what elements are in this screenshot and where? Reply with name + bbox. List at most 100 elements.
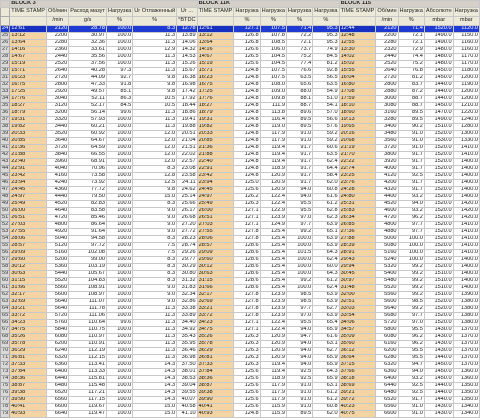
value-cell[interactable]: 89.5 [285, 410, 314, 418]
value-cell[interactable]: 18.86 [176, 109, 198, 117]
timestamp-cell[interactable]: 32:69 [196, 298, 235, 306]
value-cell[interactable]: 100.0 [105, 158, 134, 166]
value-cell[interactable]: 100.0 [105, 25, 134, 33]
value-cell[interactable]: 117.9 [259, 382, 287, 390]
value-cell[interactable]: 62.7 [312, 305, 340, 313]
value-cell[interactable]: 4800 [375, 221, 399, 229]
value-cell[interactable]: 128.6 [233, 270, 261, 278]
table-row[interactable]: 69 35:78 6200 110.91 100.0 11.3 35.95 35:78 126.… [0, 340, 480, 348]
table-row[interactable]: 79 40:93 6640 119.47 100.0 15.0 41.10 40:93 124.… [0, 410, 480, 418]
row-number[interactable]: 53 [0, 228, 11, 236]
value-cell[interactable]: 3280 [375, 116, 399, 124]
value-cell[interactable]: 65.9 [312, 375, 340, 383]
value-cell[interactable]: 110.91 [68, 340, 107, 348]
value-cell[interactable]: 127.8 [233, 235, 261, 243]
timestamp-cell[interactable]: 28:57 [196, 242, 235, 250]
value-cell[interactable]: 1520.0 [423, 305, 454, 313]
value-cell[interactable]: 11.3 [132, 333, 178, 341]
value-cell[interactable]: 12.9 [132, 46, 178, 54]
value-cell[interactable]: 88.7 [397, 102, 425, 110]
value-cell[interactable]: 110.75 [68, 326, 107, 334]
timestamp-cell[interactable]: 30:12 [9, 263, 48, 271]
table-row[interactable]: 73 37:84 6400 113.33 100.0 14.3 38.01 37:84 125.… [0, 368, 480, 376]
value-cell[interactable]: 64.59 [68, 144, 107, 152]
value-cell[interactable]: 77.4 [285, 60, 314, 68]
value-cell[interactable]: 1400.0 [452, 256, 480, 264]
value-cell[interactable]: 4600 [375, 207, 399, 215]
timestamp-cell[interactable]: 40:75 [338, 410, 377, 418]
value-cell[interactable]: 1370.0 [452, 333, 480, 341]
corner-cell[interactable] [0, 0, 11, 8]
value-cell[interactable]: 1350.0 [452, 389, 480, 397]
value-cell[interactable]: 75.2 [285, 53, 314, 61]
value-cell[interactable]: 3320 [46, 116, 70, 124]
value-cell[interactable]: 99.00 [68, 256, 107, 264]
value-cell[interactable]: 3560 [375, 137, 399, 145]
row-number[interactable]: 59 [0, 270, 11, 278]
value-cell[interactable]: 39.04 [176, 382, 198, 390]
timestamp-cell[interactable]: 40:23 [338, 403, 377, 411]
value-cell[interactable]: 100.0 [105, 235, 134, 243]
row-number[interactable]: 34 [0, 95, 11, 103]
value-cell[interactable]: 89.6 [285, 109, 314, 117]
value-cell[interactable]: 1200.0 [452, 74, 480, 82]
timestamp-cell[interactable]: 19:82 [196, 123, 235, 131]
value-cell[interactable]: 107.5 [259, 25, 287, 33]
value-cell[interactable]: 99.2 [397, 277, 425, 285]
value-cell[interactable]: 65.1 [312, 228, 340, 236]
timestamp-cell[interactable]: 31:15 [196, 277, 235, 285]
value-cell[interactable]: 2640 [375, 67, 399, 75]
value-cell[interactable]: 52.11 [68, 95, 107, 103]
table-row[interactable]: 44 22:91 4040 70.96 100.0 8.3 23.08 22:91 124.8 1… [0, 165, 480, 173]
value-cell[interactable]: 91.7 [397, 158, 425, 166]
value-cell[interactable]: 125.6 [233, 396, 261, 404]
value-cell[interactable]: 25.14 [176, 193, 198, 201]
timestamp-cell[interactable]: 21:36 [9, 144, 48, 152]
row-number[interactable]: 52 [0, 221, 11, 229]
value-cell[interactable]: 16.98 [176, 81, 198, 89]
value-cell[interactable]: 3040 [46, 95, 70, 103]
value-cell[interactable]: 124.8 [233, 109, 261, 117]
table-row[interactable]: 50 26:00 4640 83.58 100.0 9.0 26.17 26:00 127.1 1… [0, 207, 480, 215]
table-row[interactable]: 63 32:69 5640 111.07 100.0 9.0 32.86 32:69 127.8… [0, 298, 480, 306]
value-cell[interactable]: 10.5 [132, 95, 178, 103]
value-cell[interactable]: 22.02 [176, 151, 198, 159]
value-cell[interactable]: 1510.0 [423, 270, 454, 278]
value-cell[interactable]: 125.4 [259, 284, 287, 292]
value-cell[interactable]: 83.58 [68, 207, 107, 215]
value-cell[interactable]: 47.33 [68, 81, 107, 89]
value-cell[interactable]: 120.9 [259, 340, 287, 348]
value-cell[interactable]: 4360 [46, 186, 70, 194]
value-cell[interactable]: 15.0 [132, 403, 178, 411]
value-cell[interactable]: 6480 [375, 389, 399, 397]
timestamp-cell[interactable]: 36:29 [9, 347, 48, 355]
value-cell[interactable]: 72.1 [397, 39, 425, 47]
table-row[interactable]: 76 39:38 6520 117.21 100.0 14.3 39.55 39:38 125.… [0, 389, 480, 397]
value-cell[interactable]: 91.0 [285, 137, 314, 145]
value-cell[interactable]: 1430.0 [423, 403, 454, 411]
timestamp-cell[interactable]: 15:55 [338, 67, 377, 75]
value-cell[interactable]: 16.38 [176, 74, 198, 82]
row-number[interactable]: 71 [0, 354, 11, 362]
table-row[interactable]: 66 34:23 5760 110.64 99.6 11.3 34.40 34:23 127.1… [0, 319, 480, 327]
table-row[interactable]: 41 21:36 3720 64.59 100.0 12.0 21.51 21:36 124.8… [0, 144, 480, 152]
row-number[interactable]: 32 [0, 81, 11, 89]
value-cell[interactable]: 12.78 [176, 25, 198, 33]
value-cell[interactable]: 1520.0 [423, 298, 454, 306]
timestamp-cell[interactable]: 37:15 [338, 361, 377, 369]
value-cell[interactable]: 49.57 [68, 88, 107, 96]
timestamp-cell[interactable]: 24:97 [9, 193, 48, 201]
value-cell[interactable]: 81.2 [312, 60, 340, 68]
table-row[interactable]: 49 25:49 4520 82.83 100.0 8.3 25.66 25:49 126.3 1… [0, 200, 480, 208]
value-cell[interactable]: 4440 [46, 193, 70, 201]
value-cell[interactable]: 85.1 [105, 88, 134, 96]
value-cell[interactable]: 99.2 [397, 291, 425, 299]
value-cell[interactable]: 102.08 [68, 249, 107, 257]
value-cell[interactable]: 61.2 [312, 389, 340, 397]
value-cell[interactable]: 110.97 [68, 333, 107, 341]
value-cell[interactable]: 94.0 [397, 200, 425, 208]
value-cell[interactable]: 128.6 [233, 256, 261, 264]
value-cell[interactable]: 5240 [375, 256, 399, 264]
value-cell[interactable]: 5040 [46, 235, 70, 243]
value-cell[interactable]: 1400.0 [452, 158, 480, 166]
